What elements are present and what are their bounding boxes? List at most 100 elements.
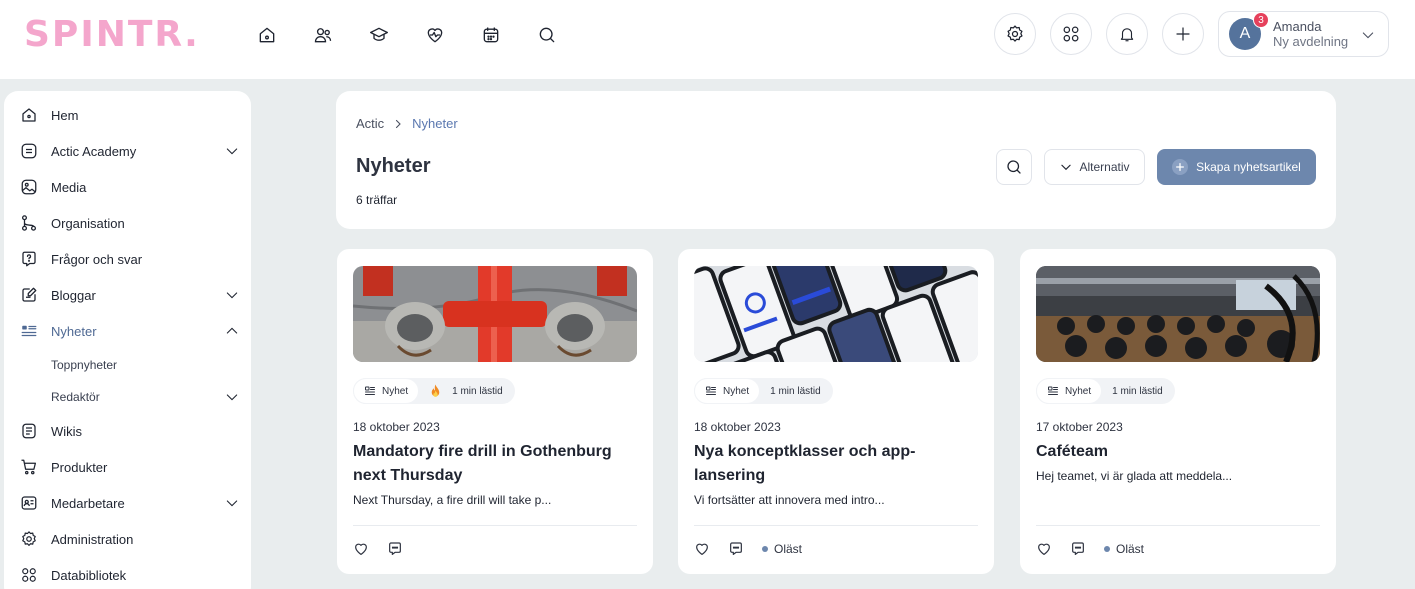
sidebar-subitem-toppnyheter[interactable]: Toppnyheter: [51, 352, 240, 378]
blog-icon: [18, 284, 40, 306]
news-date: 18 oktober 2023: [694, 420, 781, 434]
like-heart-icon[interactable]: [694, 541, 710, 557]
news-excerpt: Hej teamet, vi är glada att meddela...: [1036, 469, 1233, 483]
news-actions: Oläst: [1036, 541, 1144, 557]
page-title: Nyheter: [356, 155, 431, 177]
create-button[interactable]: [1162, 13, 1204, 55]
sidebar-item-bloggar[interactable]: Bloggar: [18, 280, 240, 310]
academy-icon: [18, 140, 40, 162]
chevron-down-icon[interactable]: [224, 143, 240, 164]
divider: [353, 525, 637, 526]
news-title[interactable]: Caféteam: [1036, 440, 1316, 464]
breadcrumb-root-link[interactable]: Actic: [356, 116, 384, 131]
news-card[interactable]: Nyhet 1 min lästid 18 oktober 2023 Manda…: [337, 249, 653, 574]
user-info: Amanda Ny avdelning: [1273, 19, 1348, 49]
sidebar-item-label: Administration: [51, 531, 134, 547]
grid-icon: [18, 564, 40, 586]
comment-icon[interactable]: [728, 541, 744, 557]
sidebar-item-hem[interactable]: Hem: [18, 100, 240, 130]
sidebar-item-produkter[interactable]: Produkter: [18, 452, 240, 482]
chevron-down-icon[interactable]: [224, 389, 240, 408]
academy-icon[interactable]: [362, 18, 396, 52]
notifications-button[interactable]: [1106, 13, 1148, 55]
plus-icon: [1174, 25, 1192, 43]
chevron-right-icon: [392, 118, 404, 130]
news-tags: Nyhet 1 min lästid: [1036, 378, 1175, 404]
sidebar-subitem-label: Redaktör: [51, 390, 100, 404]
chevron-down-icon[interactable]: [224, 495, 240, 516]
news-image-gym[interactable]: [1036, 266, 1320, 362]
create-label: Skapa nyhetsartikel: [1196, 160, 1301, 174]
spintr-logo[interactable]: SPINTR.: [24, 14, 200, 55]
people-icon[interactable]: [306, 18, 340, 52]
sidebar-subitem-redaktor[interactable]: Redaktör: [51, 384, 240, 410]
like-heart-icon[interactable]: [1036, 541, 1052, 557]
chevron-down-icon: [1360, 27, 1376, 48]
news-image-fire-hydrant[interactable]: [353, 266, 637, 362]
news-image-app-screens[interactable]: [694, 266, 978, 362]
sidebar-item-actic-academy[interactable]: Actic Academy: [18, 136, 240, 166]
heart-pulse-icon[interactable]: [418, 18, 452, 52]
sidebar-item-organisation[interactable]: Organisation: [18, 208, 240, 238]
apps-grid-icon: [1061, 24, 1081, 44]
news-excerpt: Next Thursday, a fire drill will take p.…: [353, 493, 552, 507]
options-dropdown[interactable]: Alternativ: [1044, 149, 1145, 185]
options-label: Alternativ: [1079, 160, 1130, 174]
news-tags: Nyhet 1 min lästid: [353, 378, 515, 404]
apps-button[interactable]: [1050, 13, 1092, 55]
chevron-down-icon: [1059, 160, 1073, 174]
sidebar-item-wikis[interactable]: Wikis: [18, 416, 240, 446]
top-right-actions: A 3 Amanda Ny avdelning: [994, 11, 1389, 57]
create-news-article-button[interactable]: Skapa nyhetsartikel: [1157, 149, 1316, 185]
news-search-button[interactable]: [996, 149, 1032, 185]
sidebar-item-media[interactable]: Media: [18, 172, 240, 202]
home-icon: [18, 104, 40, 126]
sidebar-item-label: Frågor och svar: [51, 251, 143, 267]
news-type-tag: Nyhet: [694, 378, 761, 404]
breadcrumb-current[interactable]: Nyheter: [412, 116, 458, 131]
sidebar: Hem Actic Academy Media Organisation Frå…: [4, 91, 251, 589]
news-card[interactable]: Nyhet 1 min lästid 17 oktober 2023 Cafét…: [1020, 249, 1336, 574]
search-icon[interactable]: [530, 18, 564, 52]
sidebar-item-administration[interactable]: Administration: [18, 524, 240, 554]
news-excerpt: Vi fortsätter att innovera med intro...: [694, 493, 885, 507]
settings-button[interactable]: [994, 13, 1036, 55]
news-type-tag: Nyhet: [353, 378, 420, 404]
chevron-down-icon[interactable]: [224, 287, 240, 308]
news-title[interactable]: Mandatory fire drill in Gothenburg next …: [353, 440, 633, 488]
notification-badge: 3: [1253, 12, 1269, 28]
plus-icon: [1172, 159, 1189, 175]
read-time: 1 min lästid: [452, 385, 503, 397]
news-tags: Nyhet 1 min lästid: [694, 378, 833, 404]
read-time: 1 min lästid: [1112, 385, 1163, 397]
unread-status: Oläst: [1104, 542, 1144, 556]
user-department: Ny avdelning: [1273, 34, 1349, 49]
sidebar-item-databibliotek[interactable]: Databibliotek: [18, 560, 240, 589]
news-card[interactable]: Nyhet 1 min lästid 18 oktober 2023 Nya k…: [678, 249, 994, 574]
fire-icon: [429, 384, 442, 398]
news-icon: [1047, 385, 1059, 397]
home-icon[interactable]: [250, 18, 284, 52]
news-title[interactable]: Nya konceptklasser och app-lansering: [694, 440, 974, 488]
news-type-label: Nyhet: [723, 385, 750, 397]
user-menu[interactable]: A 3 Amanda Ny avdelning: [1218, 11, 1389, 57]
avatar: A 3: [1229, 12, 1269, 50]
sidebar-item-medarbetare[interactable]: Medarbetare: [18, 488, 240, 518]
news-type-label: Nyhet: [1065, 385, 1092, 397]
calendar-icon[interactable]: [474, 18, 508, 52]
top-navigation: [250, 18, 564, 52]
question-icon: [18, 248, 40, 270]
news-header-card: Actic Nyheter Nyheter 6 träffar Alternat…: [336, 91, 1336, 229]
sidebar-subitem-label: Toppnyheter: [51, 358, 118, 372]
comment-icon[interactable]: [1070, 541, 1086, 557]
like-heart-icon[interactable]: [353, 541, 369, 557]
sidebar-item-label: Medarbetare: [51, 495, 125, 511]
sidebar-item-nyheter[interactable]: Nyheter: [18, 316, 240, 346]
sidebar-item-fragor-och-svar[interactable]: Frågor och svar: [18, 244, 240, 274]
divider: [694, 525, 978, 526]
sidebar-item-label: Actic Academy: [51, 143, 137, 159]
comment-icon[interactable]: [387, 541, 403, 557]
breadcrumb: Actic Nyheter: [356, 116, 458, 131]
news-date: 18 oktober 2023: [353, 420, 440, 434]
chevron-up-icon[interactable]: [224, 323, 240, 344]
